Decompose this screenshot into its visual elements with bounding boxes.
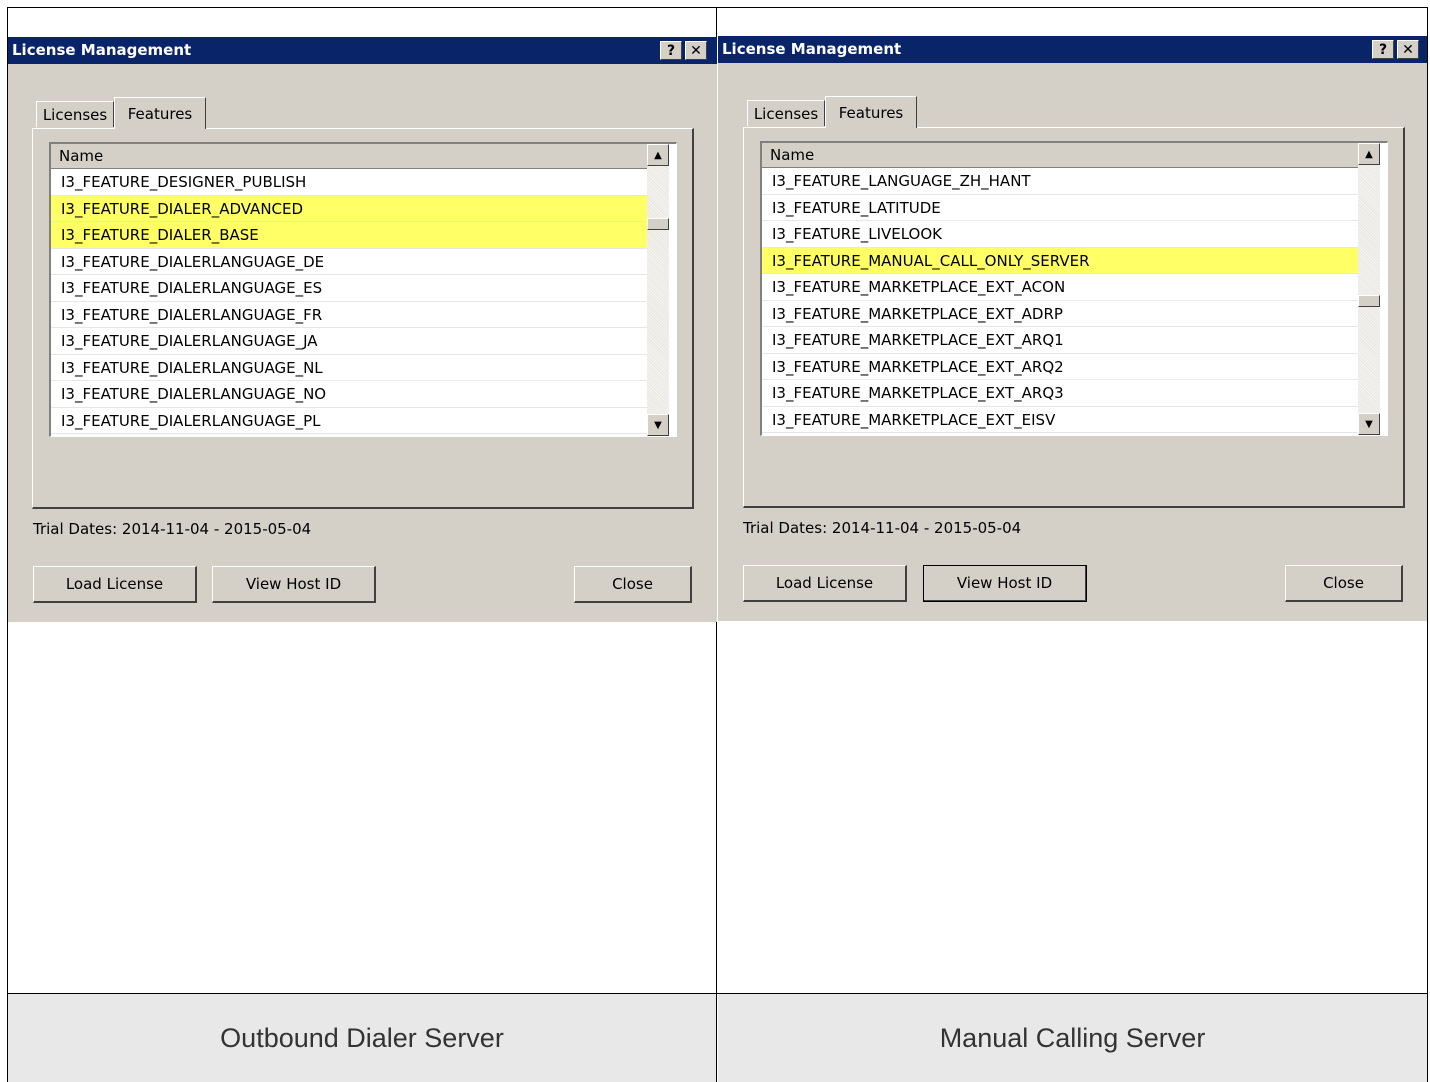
list-item[interactable]: I3_FEATURE_DIALERLANGUAGE_NL (51, 355, 647, 381)
close-icon[interactable]: ✕ (1397, 40, 1419, 59)
view-host-id-button[interactable]: View Host ID (212, 566, 376, 603)
list-item[interactable]: I3_FEATURE_DIALERLANGUAGE_FR (51, 302, 647, 328)
down-arrow-icon: ▼ (654, 419, 662, 431)
load-license-button[interactable]: Load License (33, 566, 197, 603)
tab-licenses[interactable]: Licenses (747, 100, 825, 126)
tab-label: Licenses (42, 105, 108, 124)
tab-features[interactable]: Features (114, 97, 206, 129)
title-bar[interactable]: License Management ? ✕ (8, 37, 717, 64)
load-license-button[interactable]: Load License (743, 565, 907, 602)
caption-manual: Manual Calling Server (718, 994, 1427, 1082)
list-item-name: I3_FEATURE_MARKETPLACE_EXT_EISV (772, 410, 1056, 429)
tab-label: Features (127, 104, 193, 123)
list-item[interactable]: I3_FEATURE_MARKETPLACE_EXT_ARQ1 (762, 327, 1358, 354)
list-item-name: I3_FEATURE_MARKETPLACE_EXT_ARQ3 (772, 384, 1064, 402)
list-item[interactable]: I3_FEATURE_DIALERLANGUAGE_ES (51, 275, 647, 302)
list-item-partial[interactable] (762, 433, 1358, 435)
list-item[interactable]: I3_FEATURE_DESIGNER_PUBLISH (51, 169, 647, 196)
list-item-name: I3_FEATURE_LANGUAGE_ZH_HANT (772, 172, 1031, 190)
tab-features[interactable]: Features (825, 96, 917, 128)
tab-label: Licenses (753, 104, 819, 123)
list-item-name: I3_FEATURE_DIALERLANGUAGE_NO (61, 385, 327, 403)
list-item[interactable]: I3_FEATURE_MARKETPLACE_EXT_ARQ3 (762, 380, 1358, 407)
close-button[interactable]: Close (574, 566, 692, 603)
scroll-down-button[interactable]: ▼ (1358, 413, 1380, 435)
list-item-name: I3_FEATURE_LIVELOOK (772, 225, 943, 243)
list-item[interactable]: I3_FEATURE_LANGUAGE_ZH_HANT (762, 168, 1358, 195)
trial-dates: Trial Dates: 2014-11-04 - 2015-05-04 (743, 519, 1022, 537)
caption-text: Manual Calling Server (939, 1022, 1206, 1053)
list-item[interactable]: I3_FEATURE_LIVELOOK (762, 221, 1358, 248)
down-arrow-icon: ▼ (1365, 418, 1373, 430)
close-button[interactable]: Close (1285, 565, 1403, 602)
list-item-name: I3_FEATURE_MANUAL_CALL_ONLY_SERVER (772, 251, 1090, 270)
list-item[interactable]: I3_FEATURE_MARKETPLACE_EXT_ARQ2 (762, 354, 1358, 380)
caption-outbound: Outbound Dialer Server (8, 994, 716, 1082)
list-item[interactable]: I3_FEATURE_LATITUDE (762, 195, 1358, 221)
up-arrow-icon: ▲ (1365, 148, 1373, 160)
close-icon[interactable]: ✕ (685, 41, 707, 60)
view-host-id-button[interactable]: View Host ID (923, 565, 1087, 602)
dialog-title: License Management (12, 41, 192, 59)
features-tab-panel: Name I3_FEATURE_DESIGNER_PUBLISH I3_FEATU… (32, 128, 694, 509)
trial-dates: Trial Dates: 2014-11-04 - 2015-05-04 (33, 520, 312, 538)
list-item-name: I3_FEATURE_DIALERLANGUAGE_PL (61, 411, 321, 430)
list-item-name: I3_FEATURE_MARKETPLACE_EXT_ARQ2 (772, 357, 1064, 376)
list-item-name: I3_FEATURE_DIALERLANGUAGE_DE (61, 252, 325, 271)
help-icon[interactable]: ? (1372, 40, 1394, 59)
list-item[interactable]: I3_FEATURE_MARKETPLACE_EXT_EISV (762, 407, 1358, 433)
title-bar[interactable]: License Management ? ✕ (718, 36, 1427, 63)
list-item-name: I3_FEATURE_DIALERLANGUAGE_JA (61, 332, 318, 350)
list-item-name: I3_FEATURE_MARKETPLACE_EXT_ADRP (772, 304, 1063, 323)
list-item-name: I3_FEATURE_MARKETPLACE_EXT_ACON (772, 278, 1066, 296)
scroll-thumb[interactable] (647, 217, 669, 230)
table-border-right (1427, 7, 1428, 1082)
list-item[interactable]: I3_FEATURE_DIALERLANGUAGE_JA (51, 328, 647, 355)
caption-text: Outbound Dialer Server (220, 1022, 504, 1053)
license-management-dialog-manual: License Management ? ✕ Licenses Features… (718, 36, 1427, 621)
scroll-up-button[interactable]: ▲ (1358, 143, 1380, 165)
up-arrow-icon: ▲ (654, 149, 662, 161)
table-border-top (7, 7, 1428, 8)
scroll-up-button[interactable]: ▲ (647, 144, 669, 166)
dialog-title: License Management (722, 40, 902, 58)
list-item[interactable]: I3_FEATURE_MARKETPLACE_EXT_ACON (762, 274, 1358, 301)
vertical-scrollbar[interactable]: ▲ ▼ (1358, 143, 1380, 435)
list-item[interactable]: I3_FEATURE_MANUAL_CALL_ONLY_SERVER (762, 247, 1358, 274)
list-item-name: I3_FEATURE_DIALER_ADVANCED (61, 199, 304, 218)
list-item-name: I3_FEATURE_DIALER_BASE (61, 226, 259, 244)
list-item-name: I3_FEATURE_LATITUDE (772, 198, 941, 217)
tab-licenses[interactable]: Licenses (36, 101, 114, 127)
list-item-name: I3_FEATURE_DIALERLANGUAGE_NL (61, 358, 323, 377)
features-list[interactable]: Name I3_FEATURE_LANGUAGE_ZH_HANT I3_FEATU… (760, 141, 1388, 436)
features-list[interactable]: Name I3_FEATURE_DESIGNER_PUBLISH I3_FEATU… (49, 142, 677, 437)
scroll-down-button[interactable]: ▼ (647, 414, 669, 436)
list-item-name: I3_FEATURE_DIALERLANGUAGE_ES (61, 279, 323, 297)
vertical-scrollbar[interactable]: ▲ ▼ (647, 144, 669, 436)
tab-label: Features (838, 103, 904, 122)
scroll-thumb[interactable] (1358, 294, 1380, 307)
list-item[interactable]: I3_FEATURE_DIALER_ADVANCED (51, 195, 647, 222)
list-item[interactable]: I3_FEATURE_MARKETPLACE_EXT_ADRP (762, 301, 1358, 327)
list-item[interactable]: I3_FEATURE_DIALER_BASE (51, 222, 647, 249)
list-item[interactable]: I3_FEATURE_DIALERLANGUAGE_PL (51, 408, 647, 434)
list-item-name: I3_FEATURE_DESIGNER_PUBLISH (61, 173, 307, 191)
list-item-name: I3_FEATURE_MARKETPLACE_EXT_ARQ1 (772, 331, 1064, 349)
features-tab-panel: Name I3_FEATURE_LANGUAGE_ZH_HANT I3_FEATU… (743, 127, 1405, 508)
license-management-dialog-outbound: License Management ? ✕ Licenses Features… (8, 37, 717, 622)
help-icon[interactable]: ? (660, 41, 682, 60)
column-header-label: Name (59, 147, 104, 165)
list-item[interactable]: I3_FEATURE_DIALERLANGUAGE_DE (51, 249, 647, 275)
column-header-name[interactable]: Name (51, 144, 647, 169)
list-item-partial[interactable] (51, 434, 647, 436)
list-item-name: I3_FEATURE_DIALERLANGUAGE_FR (61, 305, 323, 324)
column-header-label: Name (770, 146, 815, 164)
column-header-name[interactable]: Name (762, 143, 1358, 168)
list-item[interactable]: I3_FEATURE_DIALERLANGUAGE_NO (51, 381, 647, 408)
